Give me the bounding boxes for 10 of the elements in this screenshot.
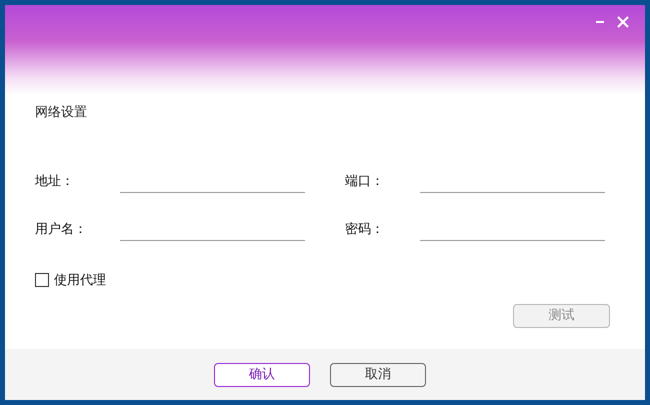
close-icon[interactable]	[617, 16, 629, 28]
checkbox[interactable]	[35, 273, 49, 288]
cancel-button[interactable]: 取消	[330, 362, 426, 386]
field-label: 地址：	[35, 173, 75, 191]
section-title: 网络设置	[35, 104, 88, 122]
confirm-button[interactable]: 确认	[214, 362, 310, 386]
checkbox-label: 使用代理	[54, 272, 106, 290]
field-label: 密码：	[345, 221, 385, 239]
field-label: 端口：	[345, 173, 385, 191]
field-label: 用户名：	[35, 221, 88, 239]
